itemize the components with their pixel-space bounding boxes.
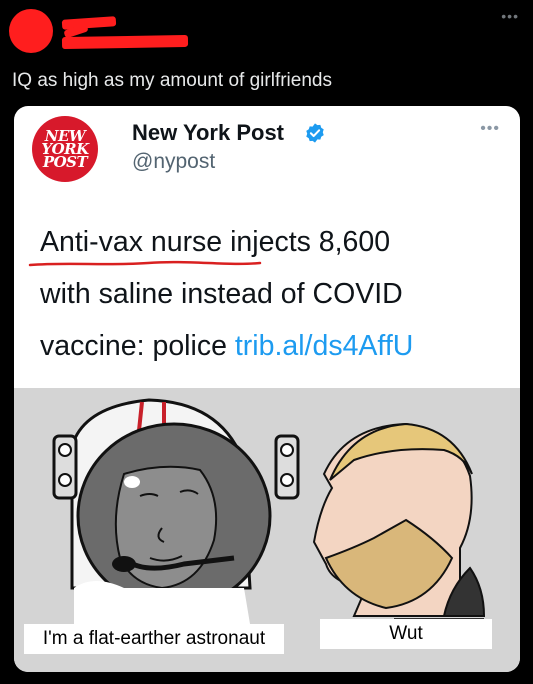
more-horizontal-icon[interactable]: •••	[501, 8, 519, 24]
account-handle[interactable]: @nypost	[132, 150, 215, 174]
redacted-handle	[61, 34, 189, 50]
article-link[interactable]: trib.al/ds4AffU	[235, 330, 413, 362]
meme-caption-right: Wut	[320, 619, 492, 649]
verified-badge-icon	[306, 123, 324, 143]
bearded-chad-drawing	[312, 422, 486, 628]
avatar[interactable]	[9, 9, 53, 53]
meme-image[interactable]: I'm a flat-earther astronaut Wut	[14, 388, 520, 672]
headline-line-2: with saline instead of COVID	[40, 278, 403, 310]
tweet-text: IQ as high as my amount of girlfriends	[12, 70, 332, 91]
headline-line-1: Anti-vax nurse injects 8,600	[40, 226, 391, 258]
red-underline-scribble	[28, 260, 262, 267]
astronaut-wojak-drawing	[52, 398, 300, 624]
headline-line-3: vaccine: police trib.al/ds4AffU	[40, 330, 414, 362]
embedded-tweet-card[interactable]: NEW YORK POST New York Post @nypost ••• …	[14, 106, 520, 672]
nypost-logo[interactable]: NEW YORK POST	[32, 116, 98, 182]
nypost-logo-text: NEW YORK POST	[41, 127, 89, 171]
more-horizontal-icon[interactable]: •••	[480, 120, 500, 138]
account-name[interactable]: New York Post	[132, 120, 284, 146]
meme-caption-left: I'm a flat-earther astronaut	[24, 624, 284, 654]
